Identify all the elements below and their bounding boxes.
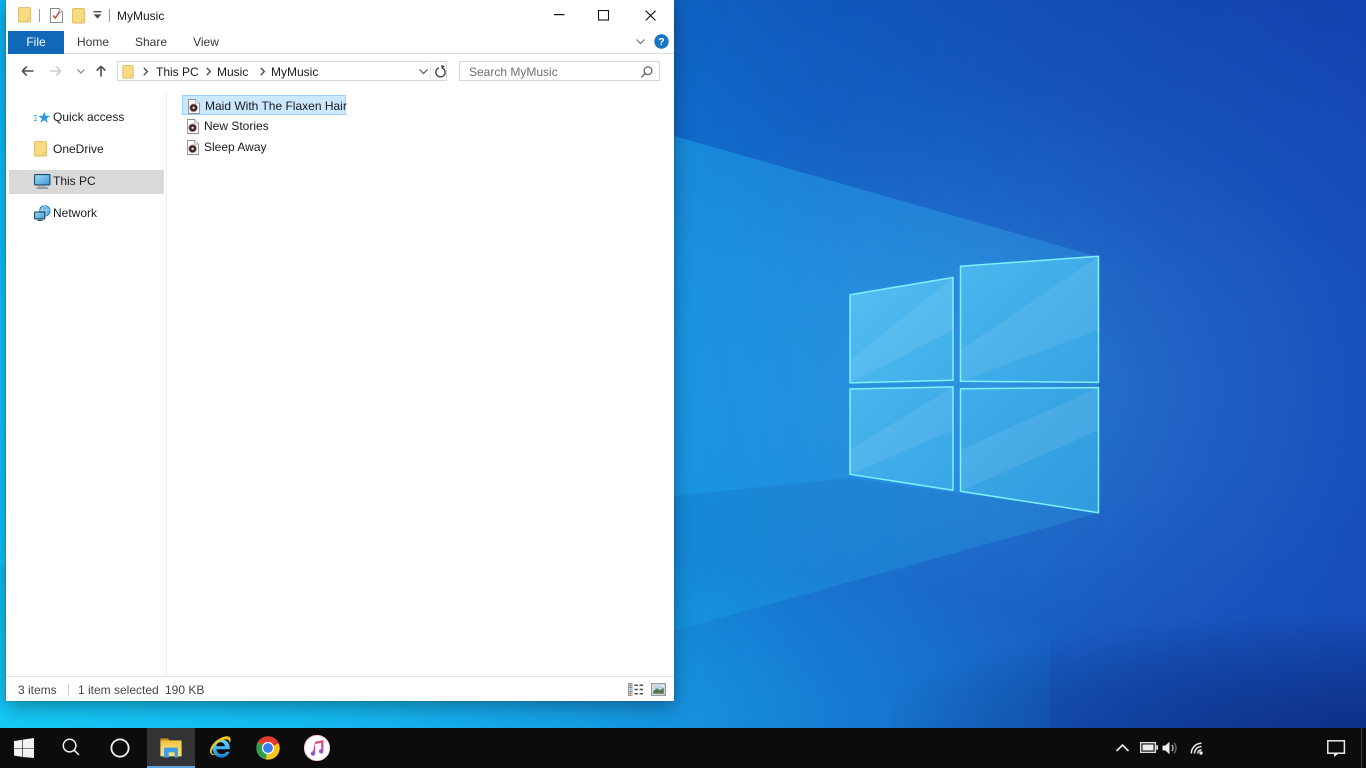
svg-text:?: ? [658,36,664,48]
